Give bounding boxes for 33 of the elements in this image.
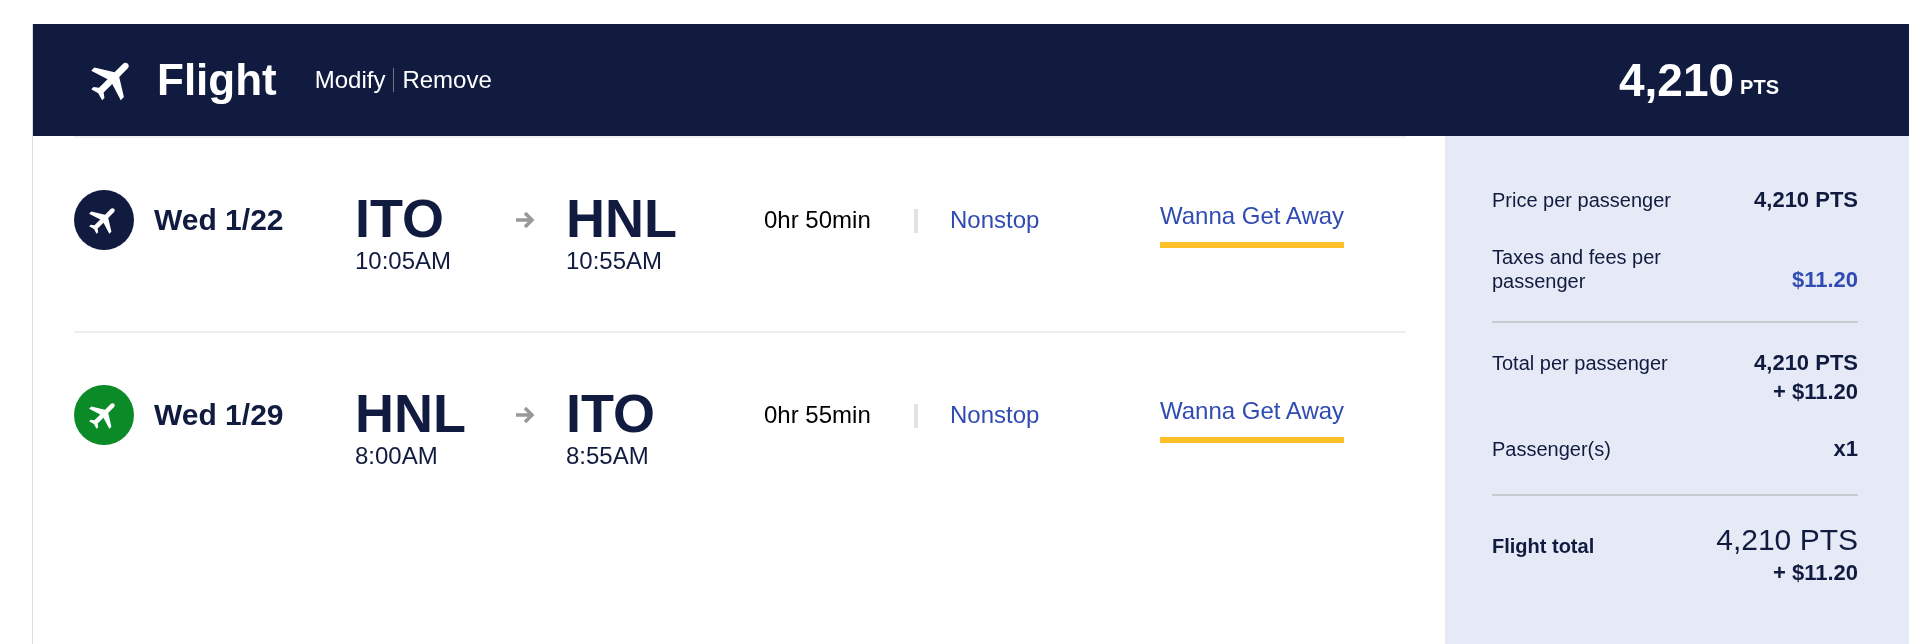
price-label: Price per passenger — [1492, 188, 1672, 212]
price-value: + $11.20 — [1772, 559, 1858, 587]
section-title: Flight — [157, 55, 277, 105]
price-value: + $11.20 — [1772, 378, 1858, 406]
flight-duration: 0hr 50min — [764, 205, 872, 235]
points-total: 4,210 — [1618, 53, 1735, 107]
airport-code: HNL — [566, 190, 678, 246]
price-value: 4,210 PTS — [1716, 522, 1858, 558]
points-unit: PTS — [1740, 75, 1779, 99]
price-value: $11.20 — [1791, 266, 1858, 294]
stops-link[interactable]: Nonstop — [950, 190, 1160, 250]
price-value: 4,210 PTS — [1754, 186, 1858, 214]
airport-code: HNL — [355, 385, 467, 441]
airport-code: ITO — [566, 385, 656, 441]
price-label: Flight total — [1492, 534, 1596, 558]
flight-duration: 0hr 55min — [764, 400, 872, 430]
price-value: 4,210 PTS — [1754, 349, 1858, 377]
arrival-time: 10:55AM — [566, 246, 664, 276]
departure-time: 8:00AM — [355, 441, 439, 471]
flight-date: Wed 1/29 — [154, 397, 285, 433]
airport-code: ITO — [355, 190, 445, 246]
departure-time: 10:05AM — [355, 246, 453, 276]
action-link[interactable]: Remove — [402, 66, 492, 94]
fare-link[interactable]: Wanna Get Away — [1160, 385, 1345, 443]
arrival-time: 8:55AM — [566, 441, 650, 471]
price-label: Total per passenger — [1492, 351, 1669, 375]
price-label: Passenger(s) — [1492, 437, 1612, 461]
stops-link[interactable]: Nonstop — [950, 385, 1160, 445]
flight-date: Wed 1/22 — [154, 202, 285, 238]
price-label: Taxes and fees per passenger — [1492, 245, 1662, 293]
price-value: x1 — [1833, 435, 1858, 463]
fare-link[interactable]: Wanna Get Away — [1160, 190, 1345, 248]
action-link[interactable]: Modify — [314, 66, 386, 94]
